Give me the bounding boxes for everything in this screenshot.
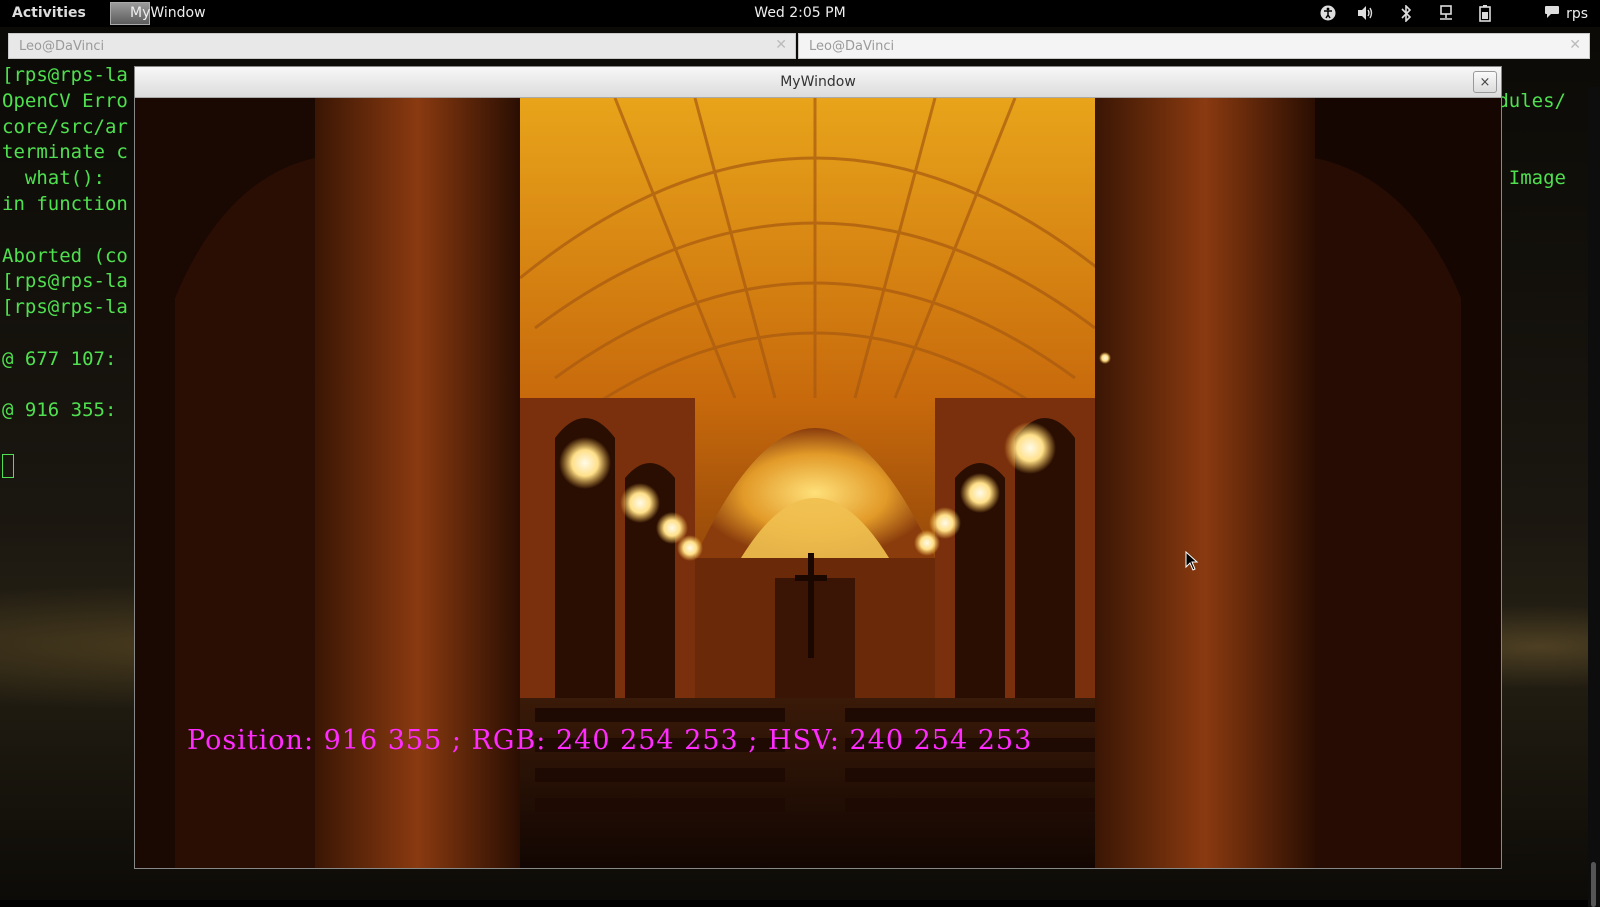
terminal-line: Aborted (co — [2, 244, 128, 267]
terminal-line: core/src/ar — [2, 115, 128, 138]
terminal-line-fragment — [1497, 141, 1566, 167]
close-icon[interactable]: ✕ — [1569, 37, 1581, 53]
terminal-tab[interactable]: Leo@DaVinci ✕ — [798, 33, 1590, 59]
terminal-tab[interactable]: Leo@DaVinci ✕ — [8, 33, 796, 59]
terminal-line-fragment: Image — [1508, 167, 1566, 190]
terminal-scrollbar[interactable] — [1588, 87, 1600, 907]
terminal-tab-label: Leo@DaVinci — [809, 39, 895, 54]
terminal-line-fragment: dules/ — [1497, 90, 1566, 112]
terminal-tab-label: Leo@DaVinci — [19, 39, 105, 54]
terminal-output-right: dules/ Image — [1497, 89, 1566, 192]
pixel-info-overlay: Position: 916 355 ; RGB: 240 254 253 ; H… — [187, 725, 1033, 756]
window-titlebar[interactable]: MyWindow × — [135, 67, 1501, 98]
terminal-line: OpenCV Erro — [2, 89, 128, 112]
terminal-output: [rps@rps-la OpenCV Erro core/src/ar termina… — [2, 63, 128, 424]
terminal-line-fragment — [1497, 115, 1566, 141]
terminal-line: @ 677 107: — [2, 347, 117, 370]
terminal-line: [rps@rps-la — [2, 270, 128, 293]
terminal-line: what(): — [2, 167, 105, 190]
window-title: MyWindow — [780, 74, 856, 90]
terminal-line: in function — [2, 192, 128, 215]
terminal-line: @ 916 355: — [2, 399, 117, 422]
network-icon[interactable] — [1437, 4, 1455, 22]
terminal-line: terminate c — [2, 141, 128, 164]
terminal-tab-bar: Leo@DaVinci ✕ Leo@DaVinci ✕ — [8, 33, 1590, 59]
opencv-window[interactable]: MyWindow × Position: 916 355 ; RGB: 240 … — [134, 66, 1502, 869]
chat-icon — [1544, 5, 1560, 23]
image-canvas[interactable]: Position: 916 355 ; RGB: 240 254 253 ; H… — [135, 98, 1501, 868]
user-menu[interactable]: rps — [1544, 5, 1588, 23]
accessibility-icon[interactable] — [1319, 4, 1337, 22]
user-name: rps — [1566, 6, 1588, 22]
close-icon[interactable]: ✕ — [775, 37, 787, 53]
volume-icon[interactable] — [1357, 4, 1375, 22]
close-icon: × — [1479, 74, 1491, 90]
bluetooth-icon[interactable] — [1397, 4, 1415, 22]
terminal-line: [rps@rps-la — [2, 296, 128, 319]
battery-icon[interactable] — [1476, 4, 1494, 22]
top-bar: Activities MyWindow Wed 2:05 PM rps — [0, 0, 1600, 27]
close-button[interactable]: × — [1473, 71, 1497, 93]
mouse-pointer-icon — [1185, 551, 1199, 571]
terminal-line: [rps@rps-la — [2, 64, 128, 86]
scrollbar-thumb[interactable] — [1591, 862, 1596, 907]
terminal-cursor — [2, 454, 14, 478]
